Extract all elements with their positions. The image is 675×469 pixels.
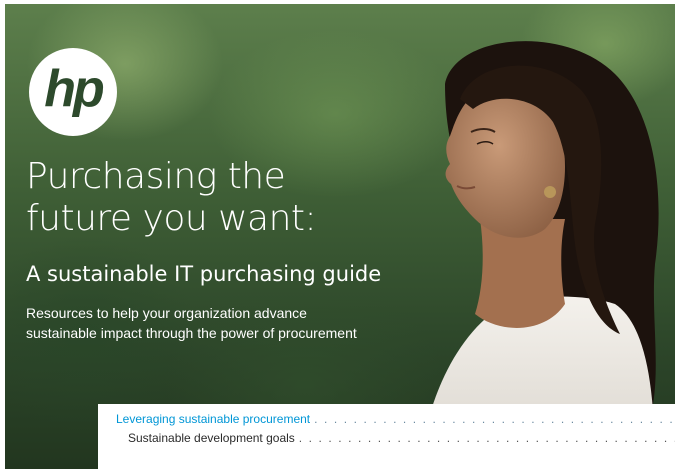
toc-leader-dots: . . . . . . . . . . . . . . . . . . . . … xyxy=(298,431,675,445)
cut-off-text-line xyxy=(116,462,286,468)
hero-photo: hp Purchasing the future you want: A sus… xyxy=(5,4,675,469)
page-title: Purchasing the future you want: xyxy=(26,156,386,240)
description-line-2: sustainable impact through the power of … xyxy=(26,325,357,341)
document-page: hp Purchasing the future you want: A sus… xyxy=(0,0,675,469)
table-of-contents: Leveraging sustainable procurement . . .… xyxy=(98,404,675,469)
page-subtitle: A sustainable IT purchasing guide xyxy=(26,262,382,286)
description-line-1: Resources to help your organization adva… xyxy=(26,305,307,321)
title-line-1: Purchasing the xyxy=(26,156,286,197)
toc-item-label: Leveraging sustainable procurement xyxy=(116,412,311,426)
toc-item-label: Sustainable development goals xyxy=(128,431,295,445)
hp-logo: hp xyxy=(29,48,117,136)
toc-leader-dots: . . . . . . . . . . . . . . . . . . . . … xyxy=(314,412,675,426)
hp-logo-text: hp xyxy=(44,60,105,118)
title-line-2: future you want: xyxy=(26,198,317,239)
toc-item-sustainable-development-goals[interactable]: Sustainable development goals . . . . . … xyxy=(128,431,675,445)
toc-item-leveraging-sustainable-procurement[interactable]: Leveraging sustainable procurement . . .… xyxy=(116,412,675,426)
page-description: Resources to help your organization adva… xyxy=(26,303,426,343)
